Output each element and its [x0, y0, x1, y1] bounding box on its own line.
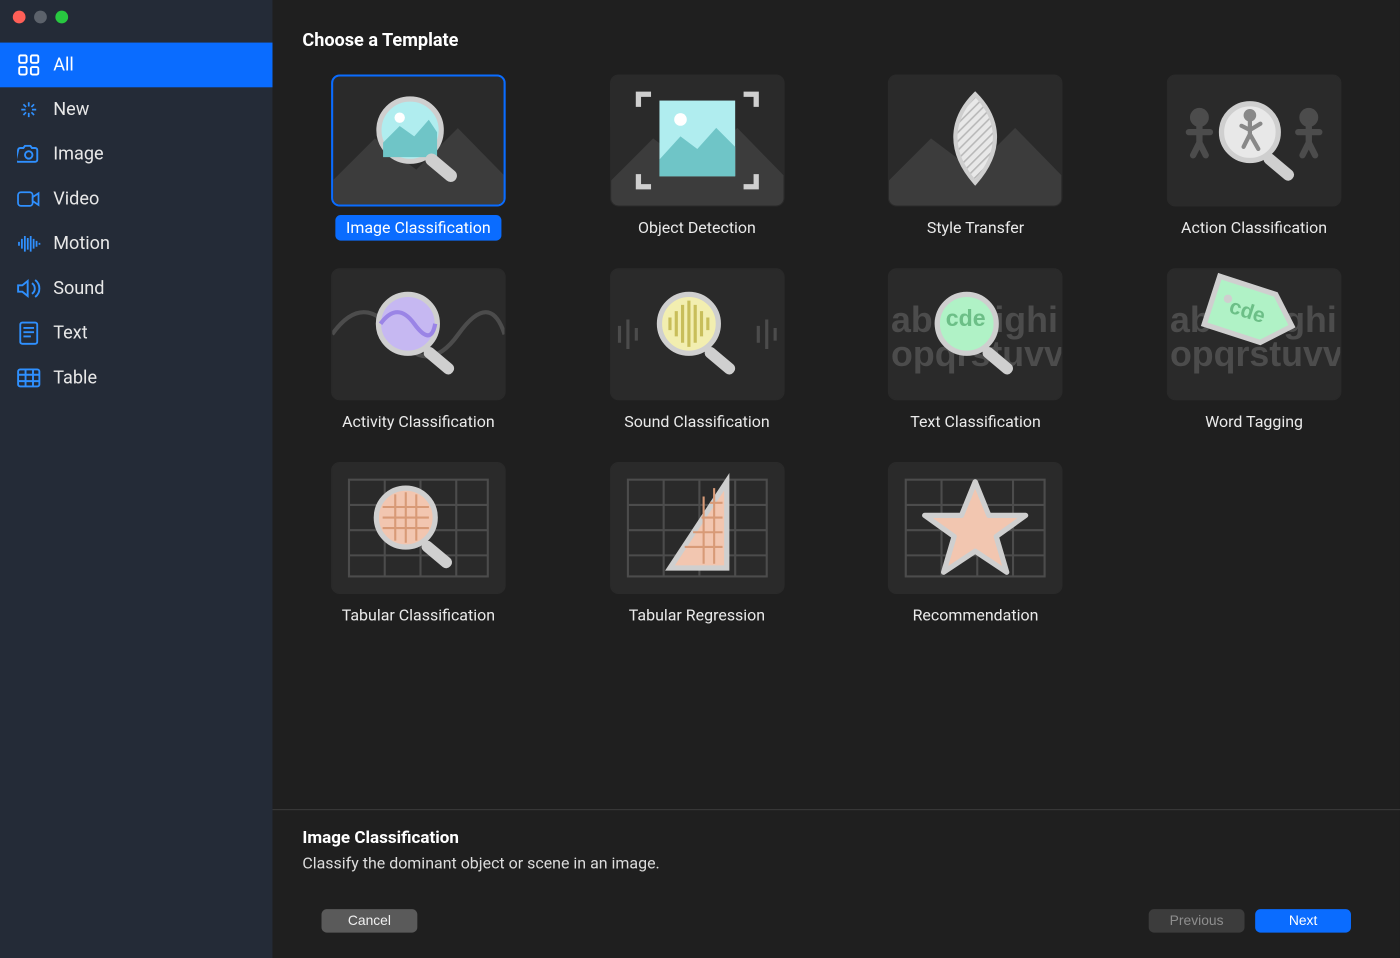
- sidebar-item-label: Video: [53, 188, 99, 209]
- sidebar: All New Image: [0, 0, 273, 958]
- cancel-button[interactable]: Cancel: [322, 909, 418, 932]
- close-window-button[interactable]: [13, 11, 26, 24]
- template-thumb: [331, 268, 506, 400]
- template-thumb: abcdeighi opqrstuvv cde: [888, 268, 1063, 400]
- sidebar-item-table[interactable]: Table: [0, 356, 273, 401]
- template-label: Text Classification: [900, 409, 1052, 435]
- template-thumb: abcdeighi opqrstuvv cde: [1167, 268, 1342, 400]
- main-panel: Choose a Template: [273, 0, 1400, 958]
- button-bar: Cancel Previous Next: [302, 873, 1370, 950]
- template-label: Word Tagging: [1194, 409, 1313, 435]
- window-traffic-lights: [0, 0, 273, 43]
- template-label: Recommendation: [902, 603, 1049, 629]
- description-title: Image Classification: [302, 827, 1370, 847]
- template-thumb: [610, 75, 785, 207]
- template-label: Image Classification: [335, 215, 501, 241]
- template-grid: Image Classification: [292, 75, 1381, 629]
- sidebar-item-sound[interactable]: Sound: [0, 266, 273, 311]
- sidebar-item-video[interactable]: Video: [0, 177, 273, 222]
- table-icon: [17, 366, 40, 389]
- speaker-icon: [17, 277, 40, 300]
- waveform-icon: [17, 232, 40, 255]
- sidebar-list: All New Image: [0, 43, 273, 401]
- sidebar-item-label: Sound: [53, 278, 104, 299]
- template-thumb: [1167, 75, 1342, 207]
- template-thumb: [888, 75, 1063, 207]
- template-sound-classification[interactable]: Sound Classification: [570, 268, 823, 434]
- minimize-window-button[interactable]: [34, 11, 47, 24]
- template-word-tagging[interactable]: abcdeighi opqrstuvv cde Word Tagging: [1127, 268, 1380, 434]
- camera-icon: [17, 143, 40, 166]
- sidebar-item-label: Image: [53, 144, 103, 165]
- template-tabular-classification[interactable]: Tabular Classification: [292, 462, 545, 628]
- template-thumb: [331, 462, 506, 594]
- grid-icon: [17, 53, 40, 76]
- template-label: Activity Classification: [331, 409, 505, 435]
- template-grid-area: Image Classification: [273, 64, 1400, 809]
- template-style-transfer[interactable]: Style Transfer: [849, 75, 1102, 241]
- template-thumb: [610, 268, 785, 400]
- document-icon: [17, 322, 40, 345]
- video-icon: [17, 187, 40, 210]
- sidebar-item-label: Motion: [53, 233, 110, 254]
- template-image-classification[interactable]: Image Classification: [292, 75, 545, 241]
- previous-button[interactable]: Previous: [1149, 909, 1245, 932]
- sidebar-item-all[interactable]: All: [0, 43, 273, 88]
- template-label: Object Detection: [627, 215, 766, 241]
- sparkle-icon: [17, 98, 40, 121]
- fullscreen-window-button[interactable]: [55, 11, 68, 24]
- sidebar-item-motion[interactable]: Motion: [0, 221, 273, 266]
- template-text-classification[interactable]: abcdeighi opqrstuvv cde Text Classificat…: [849, 268, 1102, 434]
- sidebar-item-label: Table: [53, 367, 97, 388]
- template-label: Action Classification: [1170, 215, 1337, 241]
- sidebar-item-label: All: [53, 54, 74, 75]
- sidebar-item-text[interactable]: Text: [0, 311, 273, 356]
- template-action-classification[interactable]: Action Classification: [1127, 75, 1380, 241]
- template-activity-classification[interactable]: Activity Classification: [292, 268, 545, 434]
- template-object-detection[interactable]: Object Detection: [570, 75, 823, 241]
- template-thumb: [331, 75, 506, 207]
- sidebar-item-label: Text: [53, 323, 87, 344]
- sidebar-item-label: New: [53, 99, 89, 120]
- page-title: Choose a Template: [273, 0, 1400, 64]
- template-label: Sound Classification: [614, 409, 781, 435]
- template-thumb: [610, 462, 785, 594]
- template-tabular-regression[interactable]: Tabular Regression: [570, 462, 823, 628]
- description-panel: Image Classification Classify the domina…: [273, 809, 1400, 958]
- svg-text:cde: cde: [946, 305, 986, 331]
- next-button[interactable]: Next: [1255, 909, 1351, 932]
- description-text: Classify the dominant object or scene in…: [302, 854, 1370, 873]
- template-label: Style Transfer: [916, 215, 1035, 241]
- template-recommendation[interactable]: Recommendation: [849, 462, 1102, 628]
- template-thumb: [888, 462, 1063, 594]
- template-label: Tabular Classification: [331, 603, 506, 629]
- sidebar-item-image[interactable]: Image: [0, 132, 273, 177]
- sidebar-item-new[interactable]: New: [0, 87, 273, 132]
- template-label: Tabular Regression: [618, 603, 776, 629]
